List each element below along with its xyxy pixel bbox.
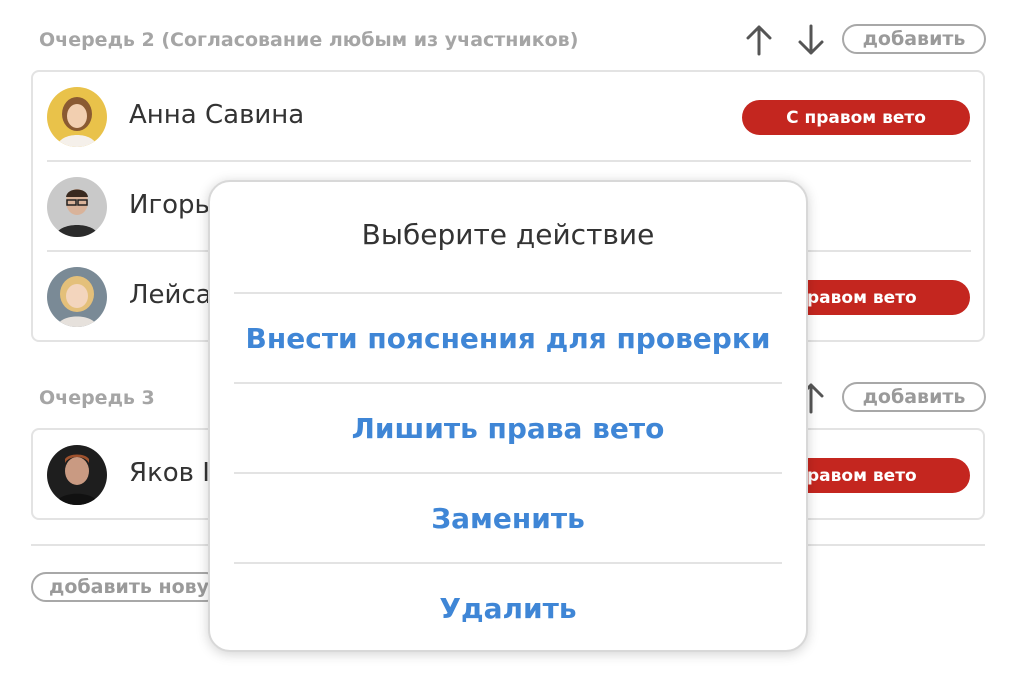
person-name: Лейса [129, 280, 212, 310]
person-name: Анна Савина [129, 100, 305, 130]
avatar [47, 445, 107, 505]
add-new-queue-button[interactable]: добавить нову [31, 572, 221, 602]
arrow-up-icon[interactable] [743, 22, 775, 58]
avatar [47, 177, 107, 237]
add-notes-action[interactable]: Внести пояснения для проверки [234, 294, 782, 382]
delete-action[interactable]: Удалить [234, 564, 782, 652]
revoke-veto-action[interactable]: Лишить права вето [234, 384, 782, 472]
queue-3-title: Очередь 3 [39, 387, 155, 409]
dialog-title: Выберите действие [361, 218, 655, 251]
person-row[interactable]: Анна Савина С правом вето [33, 72, 983, 162]
person-name: Яков I [129, 458, 210, 488]
avatar [47, 87, 107, 147]
replace-action[interactable]: Заменить [234, 474, 782, 562]
queue-3-add-button[interactable]: добавить [842, 382, 986, 412]
arrow-down-icon[interactable] [795, 22, 827, 58]
avatar [47, 267, 107, 327]
veto-badge: С правом вето [742, 100, 970, 135]
queue-2-title: Очередь 2 (Согласование любым из участни… [39, 29, 579, 51]
person-name: Игорь [129, 190, 210, 220]
action-dialog: Выберите действие Внести пояснения для п… [208, 180, 808, 652]
queue-2-add-button[interactable]: добавить [842, 24, 986, 54]
